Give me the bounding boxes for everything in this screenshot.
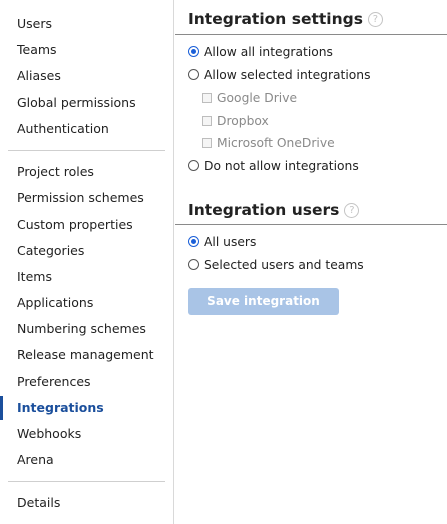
nav-project-roles[interactable]: Project roles — [17, 164, 94, 180]
nav-release-management[interactable]: Release management — [17, 347, 154, 363]
integration-users-title: Integration users — [188, 201, 340, 219]
nav-integrations[interactable]: Integrations — [17, 400, 104, 416]
option-label: Selected users and teams — [204, 258, 364, 272]
nav-details[interactable]: Details — [17, 495, 60, 511]
radio-checked[interactable] — [188, 236, 199, 247]
dropbox-option: Dropbox — [202, 114, 269, 128]
help-icon[interactable]: ? — [344, 203, 360, 218]
nav-authentication[interactable]: Authentication — [17, 121, 109, 137]
checkbox-disabled — [202, 116, 212, 126]
nav-aliases[interactable]: Aliases — [17, 68, 61, 84]
sidebar-divider — [8, 481, 165, 482]
integration-settings-title: Integration settings — [188, 10, 363, 28]
integrations-panel: Integration settings? Allow all integrat… — [175, 0, 447, 524]
integration-settings-heading: Integration settings? — [188, 10, 383, 28]
option-label: Microsoft OneDrive — [217, 136, 335, 150]
option-label: Dropbox — [217, 114, 269, 128]
radio-checked[interactable] — [188, 46, 199, 57]
admin-sidebar: Users Teams Aliases Global permissions A… — [0, 0, 174, 524]
radio-unchecked[interactable] — [188, 259, 199, 270]
google-drive-option: Google Drive — [202, 91, 297, 105]
nav-permission-schemes[interactable]: Permission schemes — [17, 190, 144, 206]
save-integration-settings-button[interactable]: Save integration settings — [188, 288, 339, 335]
nav-categories[interactable]: Categories — [17, 243, 84, 259]
allow-selected-integrations-option[interactable]: Allow selected integrations — [188, 68, 371, 82]
all-users-option[interactable]: All users — [188, 235, 256, 249]
selected-users-and-teams-option[interactable]: Selected users and teams — [188, 258, 364, 272]
allow-all-integrations-option[interactable]: Allow all integrations — [188, 45, 333, 59]
nav-custom-properties[interactable]: Custom properties — [17, 217, 133, 233]
section-rule — [175, 34, 447, 35]
nav-global-permissions[interactable]: Global permissions — [17, 95, 136, 111]
do-not-allow-integrations-option[interactable]: Do not allow integrations — [188, 159, 359, 173]
active-nav-indicator — [0, 396, 3, 420]
integration-users-heading: Integration users? — [188, 201, 360, 219]
nav-numbering-schemes[interactable]: Numbering schemes — [17, 321, 146, 337]
radio-unchecked[interactable] — [188, 69, 199, 80]
radio-unchecked[interactable] — [188, 160, 199, 171]
sidebar-divider — [8, 150, 165, 151]
nav-webhooks[interactable]: Webhooks — [17, 426, 81, 442]
nav-users[interactable]: Users — [17, 16, 52, 32]
option-label: Do not allow integrations — [204, 159, 359, 173]
nav-teams[interactable]: Teams — [17, 42, 57, 58]
option-label: Allow all integrations — [204, 45, 333, 59]
nav-preferences[interactable]: Preferences — [17, 374, 91, 390]
microsoft-onedrive-option: Microsoft OneDrive — [202, 136, 335, 150]
nav-items[interactable]: Items — [17, 269, 52, 285]
nav-arena[interactable]: Arena — [17, 452, 54, 468]
section-rule — [175, 224, 447, 225]
checkbox-disabled — [202, 138, 212, 148]
option-label: Google Drive — [217, 91, 298, 105]
checkbox-disabled — [202, 93, 212, 103]
option-label: Allow selected integrations — [204, 68, 371, 82]
help-icon[interactable]: ? — [367, 12, 383, 27]
nav-applications[interactable]: Applications — [17, 295, 93, 311]
option-label: All users — [204, 235, 257, 249]
